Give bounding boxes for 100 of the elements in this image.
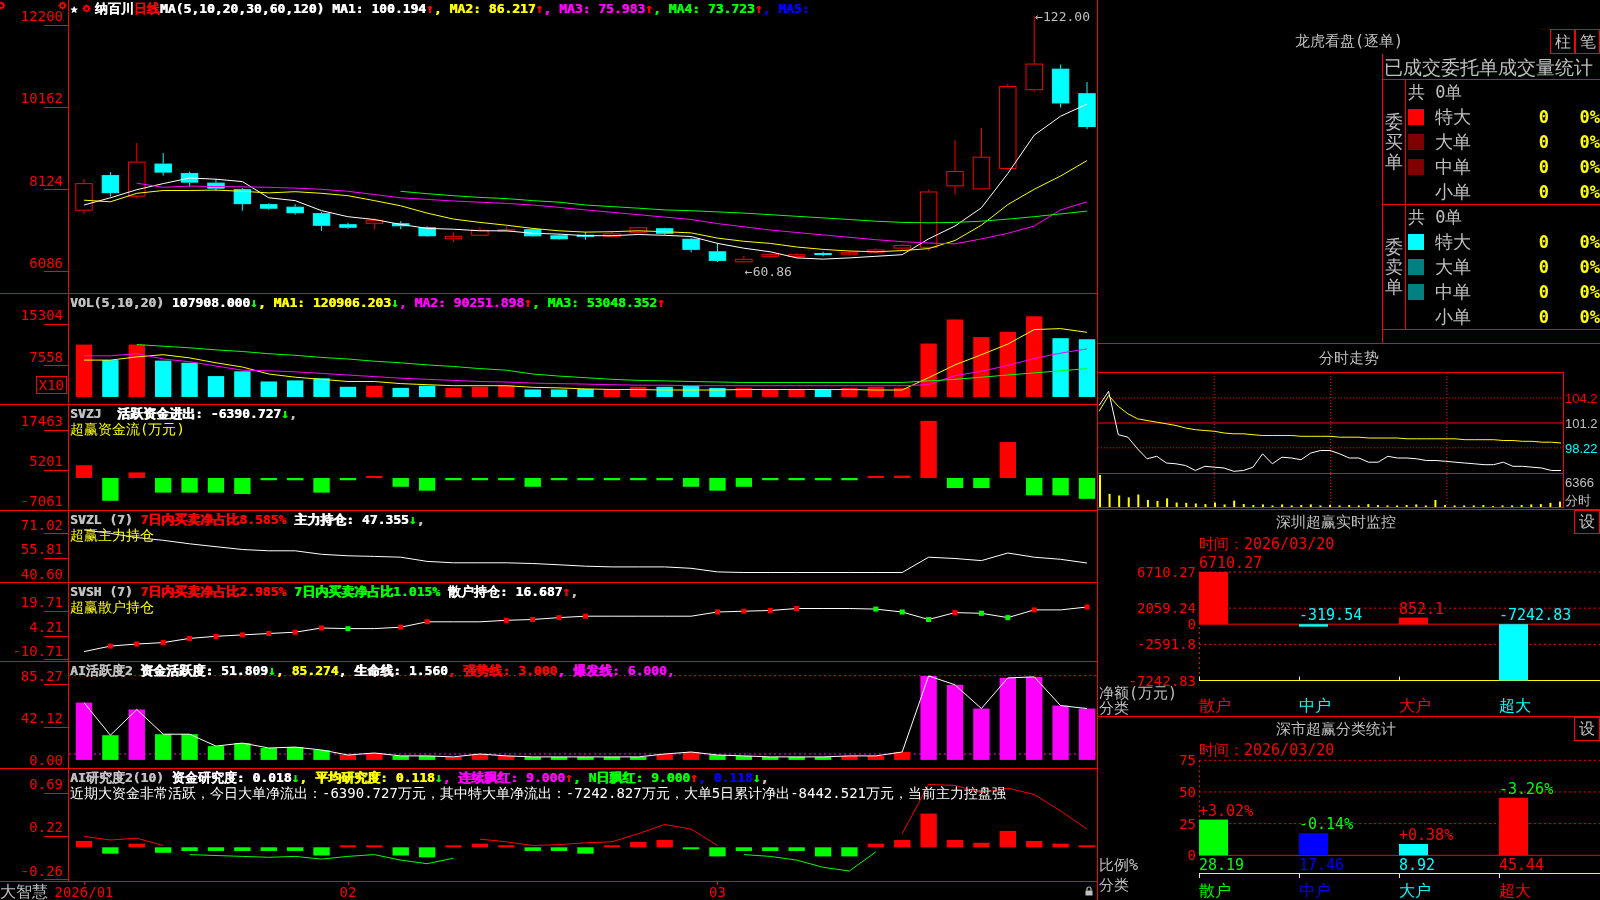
axis-title: 比例% <box>1099 856 1139 874</box>
candlestick <box>154 152 172 177</box>
price-annotation: ←60.86 <box>744 263 792 279</box>
order-count: 0 <box>1538 232 1549 253</box>
data-marker <box>978 610 984 616</box>
candlestick <box>312 211 331 232</box>
category-label: 散户 <box>1199 696 1231 715</box>
data-marker <box>1084 604 1090 610</box>
settings-button[interactable]: 设 <box>1574 717 1600 741</box>
axis-title: 分类 <box>1099 876 1129 894</box>
mode-button[interactable]: 笔 <box>1575 29 1600 54</box>
order-percent: 0% <box>1579 281 1600 302</box>
legend-text: ↑ <box>690 770 698 785</box>
axis-tick-label: 71.02 <box>20 516 63 533</box>
order-size-label: 大单 <box>1435 257 1471 277</box>
lock-icon <box>1085 886 1093 896</box>
legend-text: 7日内买卖净占比2.985% <box>139 584 287 599</box>
order-count: 0 <box>1538 181 1549 202</box>
data-marker <box>424 619 430 625</box>
data-label: -319.54 <box>1299 606 1363 625</box>
axis-tick-label: 17463 <box>20 413 63 429</box>
category-label: 中户 <box>1299 696 1331 715</box>
order-size-label: 中单 <box>1435 281 1471 302</box>
axis-tick-label: 98.22 <box>1565 440 1598 456</box>
candlestick <box>1051 64 1070 109</box>
axis-tick-label: 75 <box>1179 752 1196 769</box>
candlestick <box>233 187 252 212</box>
legend-text: , MA1: 120906.203 <box>257 295 391 310</box>
candlestick <box>524 227 542 238</box>
group-label: 委卖单 <box>1385 237 1403 297</box>
axis-tick-label: 55.81 <box>20 541 63 558</box>
axis-tick-label: 85.27 <box>20 667 63 684</box>
legend-text: 7日内买卖净占比1.015% <box>293 584 440 599</box>
legend-text: ↑ <box>562 584 571 599</box>
panel-title: 龙虎看盘(逐单) <box>1294 31 1404 52</box>
change-label: +3.02% <box>1199 801 1254 820</box>
data-label: -7242.83 <box>1499 606 1572 625</box>
order-size-label: 小单 <box>1435 181 1471 202</box>
data-label: 45.44 <box>1499 856 1545 874</box>
change-label: -3.26% <box>1499 779 1554 798</box>
candlestick <box>867 247 885 254</box>
axis-tick-label: 6710.27 <box>1137 564 1196 580</box>
legend-text: 资金研究度: 0.018 <box>170 770 292 785</box>
data-marker <box>292 629 298 635</box>
candlestick <box>471 226 489 237</box>
data-marker <box>873 606 879 612</box>
indicator-caption: 超赢资金流(万元) <box>70 421 185 438</box>
data-marker <box>926 617 932 622</box>
legend-text: ↑ <box>523 295 532 310</box>
order-size-label: 特大 <box>1435 232 1471 253</box>
gear-icon <box>0 1 6 10</box>
category-label: 大户 <box>1399 696 1431 715</box>
legend-text: ↑ <box>535 1 544 16</box>
data-marker <box>345 626 351 632</box>
settings-button[interactable]: 设 <box>1574 510 1600 534</box>
data-marker <box>134 641 140 647</box>
timestamp: 时间：2026/03/20 <box>1199 741 1335 759</box>
data-marker <box>794 605 800 611</box>
order-count: 0 <box>1538 107 1549 128</box>
legend-text: AI活跃度2 <box>70 663 133 678</box>
timestamp: 时间：2026/03/20 <box>1199 535 1335 553</box>
legend-text: , 平均研究度: 0.118 <box>299 770 435 785</box>
legend-text: , MA2: 90251.898 <box>398 295 524 310</box>
data-marker <box>899 609 905 615</box>
candlestick <box>814 251 832 257</box>
candlestick <box>180 171 199 188</box>
total-count: 共 0单 <box>1408 82 1463 103</box>
panel-title: 深市超赢分类统计 <box>1276 720 1396 738</box>
legend-text: 活跃资金进出: -6390.727 <box>115 406 282 421</box>
candlestick <box>840 250 859 256</box>
axis-tick-label: -7061 <box>20 493 63 509</box>
legend-text: ↓ <box>434 770 443 785</box>
order-percent: 0% <box>1579 156 1600 177</box>
legend-text: ↓ <box>267 663 276 678</box>
axis-tick-label: 104.2 <box>1565 391 1598 406</box>
candlestick <box>576 231 595 241</box>
axis-tick-label: 5201 <box>29 453 63 469</box>
candlestick <box>787 252 806 259</box>
date-label: 02 <box>339 885 357 900</box>
data-label: 852.1 <box>1399 599 1445 618</box>
data-marker <box>556 615 562 621</box>
category-label: 超大 <box>1499 696 1531 715</box>
axis-tick-label: 0 <box>1187 616 1196 633</box>
data-marker <box>319 625 325 631</box>
legend-text: 主力持仓: 47.355 <box>293 512 409 527</box>
unit-label: X10 <box>35 376 67 394</box>
candlestick <box>629 226 647 235</box>
candlestick <box>735 255 753 264</box>
mode-button[interactable]: 柱 <box>1550 29 1575 54</box>
candlestick <box>550 233 568 241</box>
legend-text: MA(5,10,20,30,60,120) MA1: 100.194 <box>159 1 426 16</box>
axis-tick-label: 101.2 <box>1565 416 1598 431</box>
data-marker <box>187 635 193 641</box>
axis-tick-label: 0.00 <box>29 751 63 768</box>
legend-text: ↑ <box>657 295 665 310</box>
data-label: 28.19 <box>1199 856 1245 874</box>
legend-text: ↓ <box>291 770 300 785</box>
legend-text: ↑ <box>565 770 573 785</box>
order-percent: 0% <box>1579 181 1600 202</box>
pane-label: 分时 <box>1565 493 1591 508</box>
